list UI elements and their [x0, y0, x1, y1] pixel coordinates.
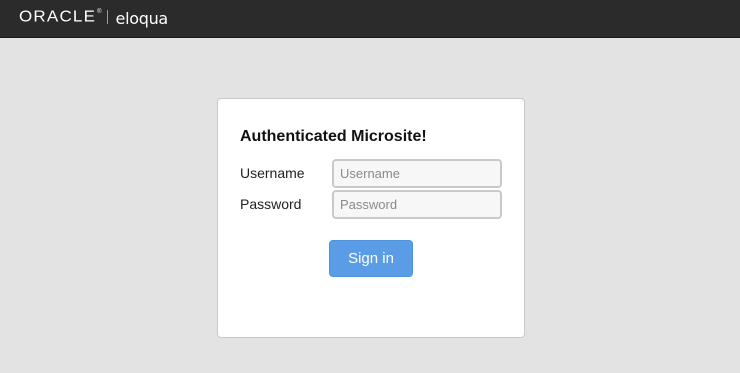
password-label: Password: [240, 196, 302, 212]
username-label: Username: [240, 165, 305, 181]
brand-divider: [106, 10, 108, 24]
sign-in-button[interactable]: Sign in: [329, 240, 413, 277]
registered-mark: ®: [97, 9, 102, 15]
username-input[interactable]: [332, 159, 502, 188]
top-bar: ORACLE ® eloqua: [0, 0, 740, 38]
eloqua-wordmark: eloqua: [115, 8, 169, 28]
password-input[interactable]: [332, 190, 502, 219]
oracle-wordmark: ORACLE: [19, 7, 97, 26]
page-title: Authenticated Microsite!: [240, 128, 427, 145]
brand-logo: ORACLE ® eloqua: [19, 6, 168, 28]
login-card: Authenticated Microsite! Username Passwo…: [217, 98, 525, 338]
